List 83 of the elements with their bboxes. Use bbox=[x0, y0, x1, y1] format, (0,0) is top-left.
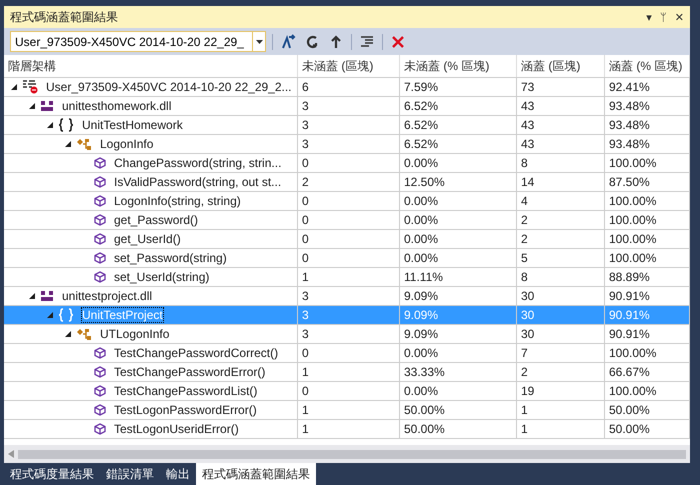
braces-icon bbox=[58, 118, 74, 132]
tree-row[interactable]: set_UserId(string) 1 11.11% 8 88.89% bbox=[4, 268, 690, 287]
tree-node-label: TestChangePasswordError() bbox=[114, 365, 266, 379]
method-cube-icon bbox=[94, 157, 106, 169]
horizontal-scrollbar[interactable] bbox=[4, 445, 690, 463]
expanded-triangle-icon[interactable] bbox=[46, 311, 54, 319]
column-header[interactable]: 涵蓋 (區塊) bbox=[517, 55, 605, 77]
column-header[interactable]: 未涵蓋 (區塊) bbox=[298, 55, 400, 77]
class-icon bbox=[76, 327, 92, 341]
braces-icon bbox=[58, 308, 74, 322]
method-cube-icon bbox=[94, 271, 106, 283]
import-icon[interactable] bbox=[279, 32, 297, 50]
tree-row[interactable]: unittestproject.dll 3 9.09% 30 90.91% bbox=[4, 287, 690, 306]
assembly-icon bbox=[40, 290, 54, 302]
tree-row[interactable]: UTLogonInfo 3 9.09% 30 90.91% bbox=[4, 325, 690, 344]
method-cube-icon bbox=[94, 347, 106, 359]
caption-button[interactable]: ᛘ bbox=[660, 10, 667, 24]
session-dropdown[interactable]: User_973509-X450VC 2014-10-20 22_29_ bbox=[10, 31, 266, 52]
method-cube-icon bbox=[94, 366, 106, 378]
panel-tab[interactable]: 程式碼度量結果 bbox=[4, 463, 100, 485]
tree-row[interactable]: get_UserId() 0 0.00% 2 100.00% bbox=[4, 230, 690, 249]
caption-button[interactable]: ✕ bbox=[674, 10, 684, 24]
tree-node-label: get_UserId() bbox=[114, 232, 181, 246]
method-cube-icon bbox=[94, 214, 106, 226]
tree-node-label: set_Password(string) bbox=[114, 251, 227, 265]
class-icon bbox=[76, 137, 92, 151]
tree-node-label: User_973509-X450VC 2014-10-20 22_29_2... bbox=[46, 80, 292, 94]
expanded-triangle-icon[interactable] bbox=[10, 83, 18, 91]
tree-row[interactable]: get_Password() 0 0.00% 2 100.00% bbox=[4, 211, 690, 230]
caption-button[interactable]: ▾ bbox=[646, 10, 652, 24]
expanded-triangle-icon[interactable] bbox=[28, 292, 36, 300]
tree-row[interactable]: TestChangePasswordList() 0 0.00% 19 100.00% bbox=[4, 382, 690, 401]
tree-node-label: UnitTestProject bbox=[82, 308, 163, 322]
tree-node-label: TestChangePasswordCorrect() bbox=[114, 346, 278, 360]
tree-node-label: TestLogonPasswordError() bbox=[114, 403, 257, 417]
tree-row[interactable]: TestChangePasswordCorrect() 0 0.00% 7 100.00% bbox=[4, 344, 690, 363]
tree-node-label: LogonInfo bbox=[100, 137, 154, 151]
tree-row[interactable]: UnitTestHomework 3 6.52% 43 93.48% bbox=[4, 116, 690, 135]
panel-tab[interactable]: 輸出 bbox=[160, 463, 196, 485]
expanded-triangle-icon[interactable] bbox=[46, 121, 54, 129]
tree-row[interactable]: LogonInfo(string, string) 0 0.00% 4 100.00% bbox=[4, 192, 690, 211]
tree-node-label: set_UserId(string) bbox=[114, 270, 210, 284]
tree-node-label: TestLogonUseridError() bbox=[114, 422, 239, 436]
session-error-icon bbox=[22, 80, 38, 94]
tree-node-label: UnitTestHomework bbox=[82, 118, 183, 132]
tree-row[interactable]: LogonInfo 3 6.52% 43 93.48% bbox=[4, 135, 690, 154]
method-cube-icon bbox=[94, 252, 106, 264]
column-header[interactable]: 階層架構 bbox=[4, 55, 298, 77]
method-cube-icon bbox=[94, 385, 106, 397]
method-cube-icon bbox=[94, 233, 106, 245]
tree-row[interactable]: User_973509-X450VC 2014-10-20 22_29_2... 6 7.59% 73 92.41% bbox=[4, 78, 690, 97]
expanded-triangle-icon[interactable] bbox=[28, 102, 36, 110]
tree-row[interactable]: set_Password(string) 0 0.00% 5 100.00% bbox=[4, 249, 690, 268]
tree-row[interactable]: TestLogonPasswordError() 1 50.00% 1 50.00% bbox=[4, 401, 690, 420]
tree-node-label: TestChangePasswordList() bbox=[114, 384, 258, 398]
panel-tab[interactable]: 錯誤清單 bbox=[100, 463, 160, 485]
tree-node-label: get_Password() bbox=[114, 213, 198, 227]
tree-row[interactable]: IsValidPassword(string, out st... 2 12.50% 14 87.50% bbox=[4, 173, 690, 192]
method-cube-icon bbox=[94, 195, 106, 207]
table-cell: 1 bbox=[298, 420, 400, 439]
method-cube-icon bbox=[94, 176, 106, 188]
panel-tab[interactable]: 程式碼涵蓋範圍結果 bbox=[196, 463, 316, 485]
expanded-triangle-icon[interactable] bbox=[64, 330, 72, 338]
column-header[interactable]: 涵蓋 (% 區塊) bbox=[605, 55, 690, 77]
tree-node-label: UTLogonInfo bbox=[100, 327, 170, 341]
method-cube-icon bbox=[94, 404, 106, 416]
tree-row[interactable]: TestLogonUseridError() 1 50.00% 1 50.00% bbox=[4, 420, 690, 439]
panel-title: 程式碼涵蓋範圍結果 bbox=[10, 8, 118, 26]
method-cube-icon bbox=[94, 423, 106, 435]
table-cell: 50.00% bbox=[605, 420, 690, 439]
tree-node-label: ChangePassword(string, strin... bbox=[114, 156, 282, 170]
tree-node-label: unittestproject.dll bbox=[62, 289, 152, 303]
expanded-triangle-icon[interactable] bbox=[64, 140, 72, 148]
tree-row[interactable]: unittesthomework.dll 3 6.52% 43 93.48% bbox=[4, 97, 690, 116]
tree-node-label: LogonInfo(string, string) bbox=[114, 194, 241, 208]
tree-node-label: IsValidPassword(string, out st... bbox=[114, 175, 282, 189]
table-cell: 50.00% bbox=[400, 420, 517, 439]
assembly-icon bbox=[40, 100, 54, 112]
tree-row[interactable]: TestChangePasswordError() 1 33.33% 2 66.67% bbox=[4, 363, 690, 382]
table-cell: 1 bbox=[517, 420, 605, 439]
tree-node-label: unittesthomework.dll bbox=[62, 99, 172, 113]
column-header[interactable]: 未涵蓋 (% 區塊) bbox=[400, 55, 517, 77]
tree-row[interactable]: ChangePassword(string, strin... 0 0.00% 8 100.00% bbox=[4, 154, 690, 173]
